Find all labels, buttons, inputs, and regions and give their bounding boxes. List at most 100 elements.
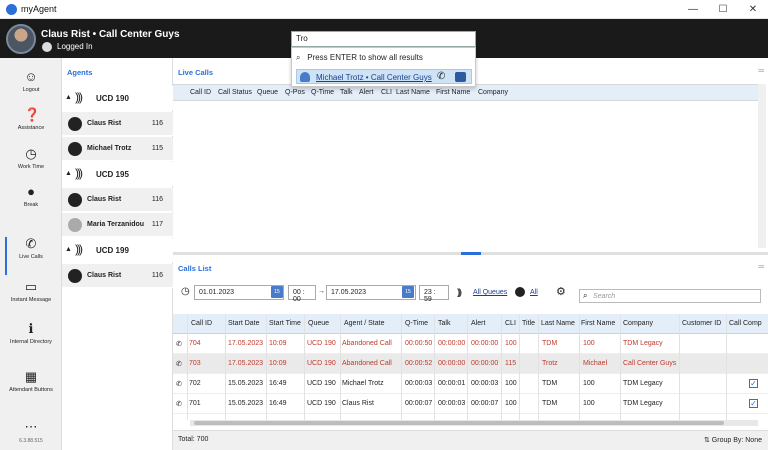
call-phone-icon[interactable]: ✆	[437, 71, 445, 82]
column-header[interactable]: Start Date	[228, 320, 260, 327]
column-divider	[266, 314, 267, 420]
column-header[interactable]: Alert	[359, 89, 373, 96]
column-divider	[501, 314, 502, 420]
column-header[interactable]: Call Comp	[729, 320, 762, 327]
sidebar-item-attendant-buttons[interactable]: ▦ Attendant Buttons	[0, 370, 62, 408]
search-result-item[interactable]: Michael Trotz • Call Center Guys ✆	[296, 69, 472, 84]
column-divider	[538, 314, 539, 420]
agent-row[interactable]: Claus Rist 116	[62, 112, 173, 136]
column-header[interactable]: Customer ID	[682, 320, 721, 327]
column-header[interactable]: Q-Time	[405, 320, 428, 327]
column-header[interactable]: Start Time	[269, 320, 301, 327]
agent-avatar-icon	[68, 142, 82, 156]
queue-group-ucd-195[interactable]: ▲))) UCD 195	[62, 162, 173, 186]
app-version: 6.3.88.515	[19, 438, 43, 444]
collapse-arrow-icon[interactable]: ▲	[65, 170, 72, 177]
column-divider	[225, 314, 226, 420]
column-divider	[304, 314, 305, 420]
drag-handle-icon[interactable]: ═	[758, 262, 764, 271]
column-divider	[187, 314, 188, 420]
column-header[interactable]: Call ID	[190, 89, 211, 96]
search-hint: ⌕ Press ENTER to show all results	[296, 53, 423, 62]
global-search-input[interactable]: Tro	[291, 31, 476, 47]
search-result-link[interactable]: Michael Trotz • Call Center Guys	[316, 73, 432, 82]
queue-icon: )))	[457, 287, 462, 297]
clock-icon: ◷	[181, 286, 190, 297]
column-divider	[726, 314, 727, 420]
all-queues-link[interactable]: All Queues	[473, 289, 507, 296]
column-header[interactable]: CLI	[381, 89, 392, 96]
title-bar: myAgent — ☐ ✕	[0, 0, 768, 19]
agent-row[interactable]: Claus Rist 116	[62, 264, 173, 288]
column-header[interactable]: Queue	[308, 320, 329, 327]
column-header[interactable]: Call Status	[218, 89, 252, 96]
queue-icon: )))	[75, 166, 83, 180]
calls-search-input[interactable]: ⌕ Search	[579, 289, 761, 303]
column-divider	[579, 314, 580, 420]
calendar-icon[interactable]: 15	[402, 286, 414, 298]
gear-icon[interactable]: ⚙	[556, 285, 566, 298]
agent-row[interactable]: Michael Trotz 115	[62, 137, 173, 161]
column-header[interactable]: Q-Pos	[285, 89, 305, 96]
call-complete-checkbox[interactable]: ✓	[749, 399, 758, 408]
column-header[interactable]: Queue	[257, 89, 278, 96]
agent-avatar-icon	[68, 269, 82, 283]
splitter-grip[interactable]	[461, 252, 481, 255]
column-divider	[519, 314, 520, 420]
more-button[interactable]: ⋯	[0, 420, 62, 434]
column-divider	[401, 314, 402, 420]
total-count: Total: 700	[178, 436, 209, 443]
avatar[interactable]	[6, 24, 36, 54]
collapse-arrow-icon[interactable]: ▲	[65, 94, 72, 101]
drag-handle-icon[interactable]: ═	[758, 66, 764, 75]
call-complete-checkbox[interactable]: ✓	[749, 379, 758, 388]
end-time-input[interactable]: 23 : 59	[419, 285, 449, 303]
sidebar-item-internal-directory[interactable]: ℹ Internal Directory	[0, 322, 62, 360]
column-header[interactable]: Call ID	[191, 320, 212, 327]
sidebar-item-logout[interactable]: ☺ Logout	[0, 70, 62, 108]
sidebar-item-live-calls[interactable]: ✆ Live Calls	[0, 237, 62, 275]
sidebar-item-assistance[interactable]: ❓ Assistance	[0, 108, 62, 146]
column-header[interactable]: First Name	[436, 89, 470, 96]
column-header[interactable]: Alert	[471, 320, 485, 327]
chat-icon: ▭	[24, 279, 38, 294]
column-header[interactable]: Q-Time	[311, 89, 334, 96]
queue-group-ucd-190[interactable]: ▲))) UCD 190	[62, 86, 173, 110]
column-header[interactable]: Last Name	[541, 320, 575, 327]
column-header[interactable]: First Name	[581, 320, 615, 327]
phone-icon: ✆	[176, 341, 182, 348]
agent-filter-icon	[515, 287, 525, 297]
agent-status-icon	[42, 42, 52, 52]
sidebar-item-work-time[interactable]: ◷ Work Time	[0, 147, 62, 185]
agent-row[interactable]: Maria Terzanidou 117	[62, 213, 173, 237]
queue-group-ucd-199[interactable]: ▲))) UCD 199	[62, 238, 173, 262]
live-calls-scrollbar[interactable]	[758, 84, 766, 248]
calendar-icon[interactable]: 15	[271, 286, 283, 298]
minimize-button[interactable]: —	[678, 0, 708, 19]
start-time-input[interactable]: 00 : 00	[288, 285, 316, 303]
panel-splitter[interactable]	[173, 252, 768, 255]
maximize-button[interactable]: ☐	[708, 0, 738, 19]
column-header[interactable]: Last Name	[396, 89, 430, 96]
column-divider	[679, 314, 680, 420]
sidebar-item-instant-message[interactable]: ▭ Instant Message	[0, 280, 62, 318]
column-header[interactable]: Talk	[438, 320, 450, 327]
column-header[interactable]: Talk	[340, 89, 352, 96]
horizontal-scrollbar[interactable]	[190, 420, 758, 426]
group-by-control[interactable]: ⇅ Group By: None	[704, 436, 762, 444]
column-header[interactable]: Company	[478, 89, 508, 96]
chat-message-icon[interactable]	[455, 72, 466, 82]
column-header[interactable]: Company	[623, 320, 653, 327]
search-dropdown: ⌕ Press ENTER to show all results Michae…	[291, 47, 476, 87]
logout-icon: ☺	[24, 69, 38, 84]
sidebar-item-break[interactable]: ● Break	[0, 185, 62, 223]
close-button[interactable]: ✕	[738, 0, 768, 19]
column-header[interactable]: Agent / State	[344, 320, 384, 327]
column-divider	[467, 314, 468, 420]
collapse-arrow-icon[interactable]: ▲	[65, 246, 72, 253]
scrollbar-thumb[interactable]	[194, 421, 724, 425]
column-header[interactable]: Title	[522, 320, 535, 327]
agent-row[interactable]: Claus Rist 116	[62, 188, 173, 212]
all-agents-link[interactable]: All	[530, 289, 538, 296]
column-header[interactable]: CLI	[505, 320, 516, 327]
